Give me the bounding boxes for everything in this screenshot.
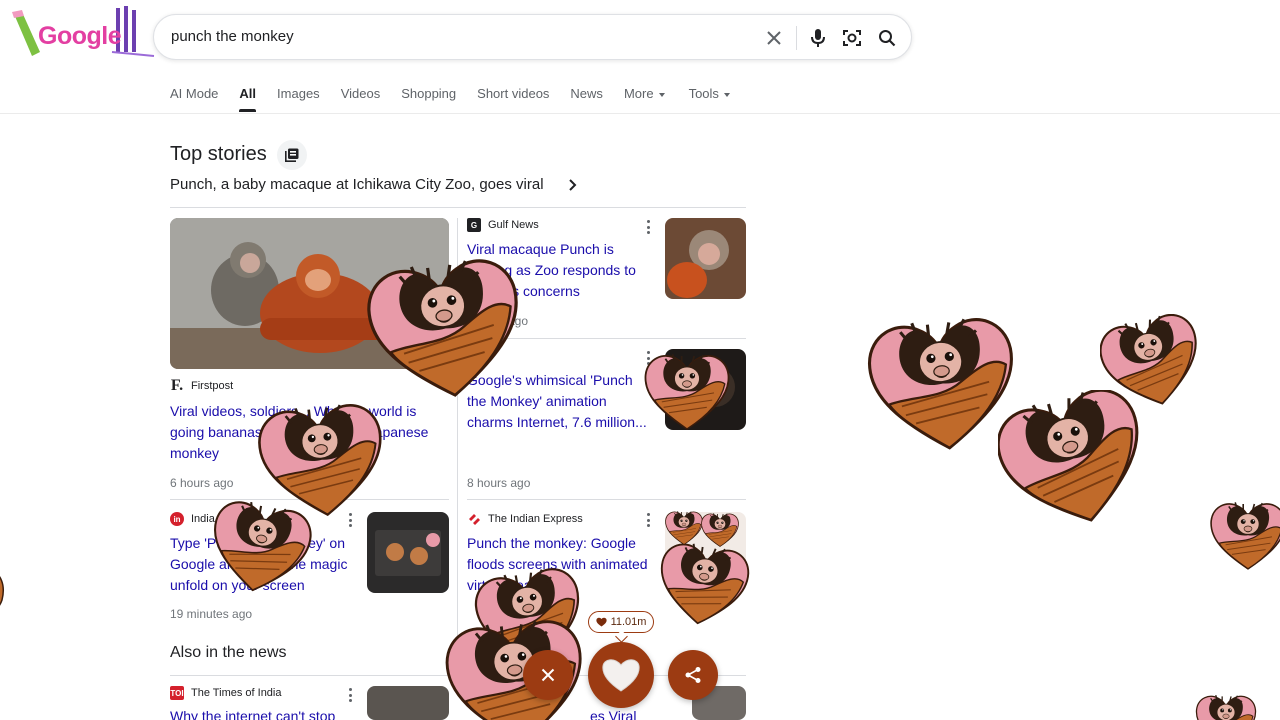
divider [170, 207, 746, 208]
tab-more-label: More [623, 86, 654, 101]
story-headline-link[interactable]: es Viral [590, 706, 670, 720]
search-tabs: AI Mode All Images Videos Shopping Short… [170, 86, 751, 114]
more-options-icon[interactable] [646, 220, 650, 234]
logo-text: Google [38, 22, 122, 50]
tab-news[interactable]: News [570, 86, 603, 114]
monkey-heart-icon [208, 498, 312, 598]
heart-icon [602, 659, 640, 692]
tab-videos[interactable]: Videos [341, 86, 381, 114]
header-divider [0, 113, 1280, 114]
story-source-name: Gulf News [488, 219, 539, 231]
tab-short-videos[interactable]: Short videos [477, 86, 549, 114]
monkey-heart-icon [0, 576, 4, 606]
like-button[interactable] [588, 642, 654, 708]
indian-express-logo [467, 512, 481, 526]
monkey-heart-icon [998, 390, 1150, 530]
top-stories-title: Top stories [170, 143, 267, 165]
like-count: 11.01m [610, 616, 647, 628]
story-source-name: Firstpost [191, 380, 234, 392]
tab-shopping[interactable]: Shopping [401, 86, 456, 114]
chevron-right-icon[interactable] [568, 178, 578, 197]
like-count-badge: 11.01m [588, 611, 654, 633]
search-input[interactable]: punch the monkey [171, 28, 294, 45]
more-options-icon[interactable] [646, 513, 650, 527]
share-button[interactable] [668, 650, 718, 700]
chevron-down-icon [723, 92, 730, 97]
story-time: 8 hours ago [467, 476, 531, 490]
tab-ai-mode[interactable]: AI Mode [170, 86, 218, 114]
top-stories-collection-icon[interactable] [277, 140, 307, 170]
tab-tools[interactable]: Tools [689, 86, 730, 114]
india-today-logo: in [170, 512, 184, 526]
story-thumbnail[interactable] [367, 512, 449, 593]
tab-images[interactable]: Images [277, 86, 320, 114]
story-time: 19 minutes ago [170, 607, 253, 621]
times-of-india-logo: TOI [170, 686, 184, 700]
top-stories-subtitle-link[interactable]: Punch, a baby macaque at Ichikawa City Z… [170, 176, 544, 193]
story-source-name: The Indian Express [488, 513, 583, 525]
monkey-heart-icon [665, 510, 703, 545]
monkey-heart-icon [656, 540, 750, 630]
monkey-heart-icon [1100, 314, 1204, 410]
monkey-heart-icon [701, 512, 739, 547]
story-source[interactable]: G Gulf News [467, 218, 539, 232]
monkey-heart-icon [1210, 501, 1280, 570]
microphone-icon[interactable] [806, 26, 830, 50]
more-options-icon[interactable] [348, 688, 352, 702]
search-divider [796, 26, 797, 50]
monkey-heart-icon [366, 258, 526, 402]
close-icon [541, 668, 555, 682]
monkey-heart-icon [866, 312, 1020, 457]
clear-icon[interactable] [762, 26, 786, 50]
also-in-news-title: Also in the news [170, 644, 287, 661]
story-time: 6 hours ago [170, 476, 234, 490]
story-source[interactable]: TOI The Times of India [170, 686, 282, 700]
tab-more[interactable]: More [624, 86, 665, 114]
tab-tools-label: Tools [688, 86, 719, 101]
monkey-heart-icon [644, 353, 730, 430]
heart-icon [595, 617, 607, 627]
logo-text: Google [38, 22, 122, 51]
camera-lens-icon[interactable] [840, 26, 864, 50]
google-doodle-logo[interactable]: Google [8, 4, 158, 64]
gulf-news-logo: G [467, 218, 481, 232]
search-icon[interactable] [875, 26, 899, 50]
firstpost-logo: F. [170, 377, 184, 394]
story-source-name: The Times of India [191, 687, 282, 699]
share-icon [685, 667, 701, 683]
story-source[interactable]: F. Firstpost [170, 377, 234, 394]
tab-all[interactable]: All [239, 86, 256, 114]
story-thumbnail[interactable] [665, 218, 746, 299]
search-box[interactable]: punch the monkey [153, 14, 912, 60]
chevron-down-icon [658, 92, 665, 97]
story-headline-link[interactable]: Why the internet can't stop [170, 706, 355, 720]
divider [467, 499, 746, 500]
monkey-heart-icon [1195, 694, 1257, 720]
story-source[interactable]: The Indian Express [467, 512, 583, 526]
close-button[interactable] [523, 650, 573, 700]
